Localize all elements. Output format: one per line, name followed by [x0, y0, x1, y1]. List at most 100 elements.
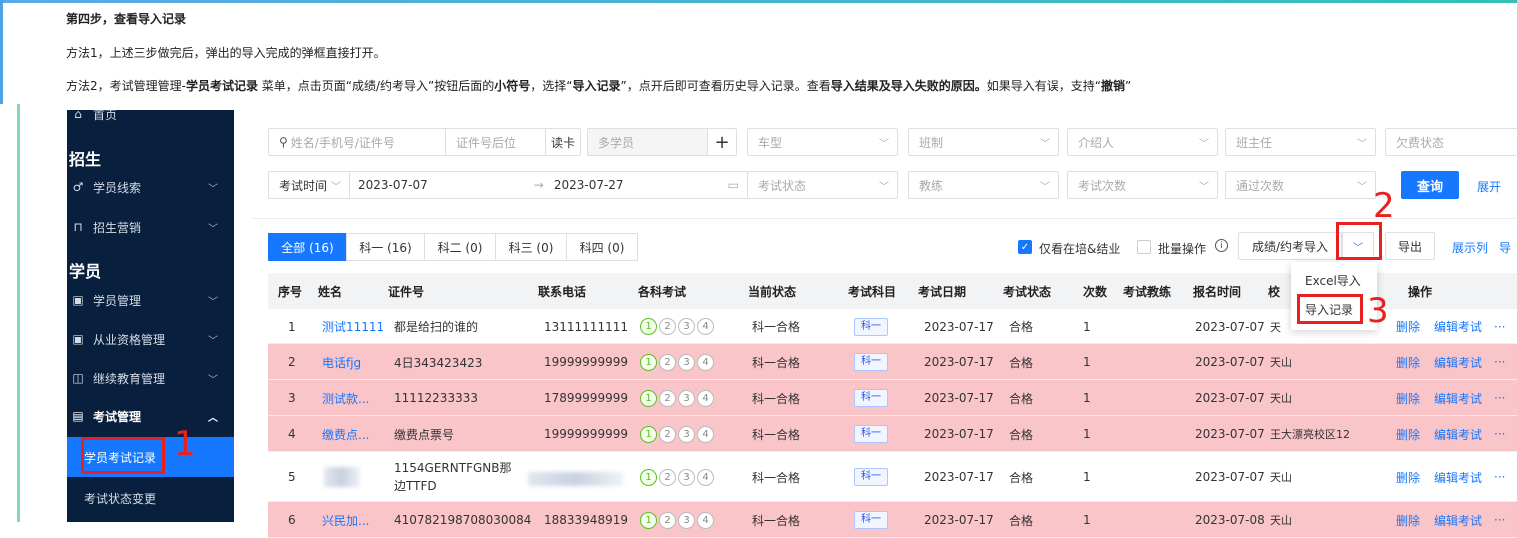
coach-select[interactable]: 教练 ﹀ [908, 171, 1059, 199]
more-actions-icon[interactable]: ··· [1494, 380, 1505, 416]
signup-date: 2023-07-07 [1195, 319, 1265, 334]
head-teacher-select[interactable]: 班主任 ﹀ [1225, 128, 1376, 156]
only-active-label: 仅看在培&结业 [1039, 242, 1121, 256]
table-row: 4 缴费点... 缴费点票号 19999999999 1 2 3 4 科一合格 科一 2023-07… [268, 416, 1517, 452]
id-number: 1154GERNTFGNB那边TTFD [394, 461, 512, 493]
exam-status-select[interactable]: 考试状态 ﹀ [747, 171, 898, 199]
school-name: 王大漂亮校区12 [1270, 428, 1350, 441]
sidebar-item-exam[interactable]: ▤ 考试管理 ︿ [67, 398, 234, 434]
date-start[interactable]: 2023-07-07 [358, 178, 428, 192]
edit-exam-link[interactable]: 编辑考试 [1434, 344, 1482, 380]
sidebar-item-marketing[interactable]: ⊓ 招生营销 ﹀ [67, 209, 234, 245]
class-type-select[interactable]: 班制 ﹀ [908, 128, 1059, 156]
id-number: 410782198708030084 [394, 513, 532, 527]
student-name-link[interactable]: 缴费点... [322, 416, 369, 452]
edit-exam-link[interactable]: 编辑考试 [1434, 502, 1482, 538]
annotation-number-3: 3 [1367, 291, 1389, 331]
exam-time-label[interactable]: 考试时间 [279, 177, 327, 194]
menu-item-excel-import[interactable]: Excel导入 [1305, 272, 1361, 289]
column-header: 证件号 [388, 284, 425, 299]
exam-circle: 2 [659, 511, 676, 529]
phone-number: 19999999999 [544, 355, 628, 369]
delete-link[interactable]: 删除 [1396, 309, 1420, 344]
exam-count: 1 [1083, 427, 1091, 441]
school-name: 天山 [1270, 514, 1292, 527]
edit-exam-link[interactable]: 编辑考试 [1434, 416, 1482, 452]
delete-link[interactable]: 删除 [1396, 502, 1420, 538]
exam-subject: 科一 [854, 380, 888, 416]
chevron-down-icon: ﹀ [208, 183, 218, 195]
more-actions-icon[interactable]: ··· [1494, 344, 1505, 380]
m2-p2: 菜单，点击页面“成绩/约考导入”按钮后面的 [257, 79, 495, 93]
batch-checkbox[interactable] [1137, 240, 1151, 254]
sidebar-item-qualification[interactable]: ▣ 从业资格管理 ﹀ [67, 321, 234, 357]
arrow-right-icon: → [533, 178, 544, 192]
column-header: 考试日期 [918, 284, 967, 299]
tab-all[interactable]: 全部 (16) [268, 233, 347, 261]
tab-subject4[interactable]: 科四 (0) [566, 233, 638, 261]
student-name-link[interactable]: 电话fjg [322, 344, 361, 380]
info-icon[interactable]: i [1215, 239, 1228, 252]
exam-date: 2023-07-17 [924, 355, 994, 369]
date-end[interactable]: 2023-07-27 [554, 178, 624, 192]
exam-circle: 2 [659, 425, 676, 443]
student-name-link[interactable]: 测试款... [322, 380, 369, 416]
phone-number: 13111111111 [544, 319, 628, 334]
sidebar-subitem-exam-status[interactable]: 考试状态变更 [67, 480, 234, 516]
edit-exam-link[interactable]: 编辑考试 [1434, 452, 1482, 502]
exam-status: 合格 [1009, 513, 1034, 528]
tab-subject3[interactable]: 科三 (0) [495, 233, 567, 261]
exam-subject: 科一 [854, 344, 888, 380]
exam-circle: 1 [640, 468, 657, 486]
edit-exam-link[interactable]: 编辑考试 [1434, 380, 1482, 416]
exam-circle: 4 [697, 468, 714, 486]
delete-link[interactable]: 删除 [1396, 452, 1420, 502]
student-name-link[interactable]: 兴民加... [322, 502, 369, 538]
screenshot-border [17, 104, 20, 522]
signup-date: 2023-07-07 [1195, 391, 1265, 405]
blurred-name [324, 467, 360, 487]
tab-subject1[interactable]: 科一 (16) [346, 233, 425, 261]
id-suffix-input[interactable]: 证件号后位 [445, 128, 546, 156]
more-actions-icon[interactable]: ··· [1494, 309, 1505, 344]
exam-count-select[interactable]: 考试次数 ﹀ [1067, 171, 1218, 199]
sidebar-item-home[interactable]: ⌂ 首页 [67, 110, 234, 132]
sidebar-item-education[interactable]: ◫ 继续教育管理 ﹀ [67, 360, 234, 396]
query-button[interactable]: 查询 [1401, 171, 1459, 199]
arrears-select[interactable]: 欠费状态 [1385, 128, 1517, 156]
sidebar-item-student-mgmt[interactable]: ▣ 学员管理 ﹀ [67, 282, 234, 318]
delete-link[interactable]: 删除 [1396, 344, 1420, 380]
more-actions-icon[interactable]: ··· [1494, 452, 1505, 502]
student-name-link[interactable]: 测试11111 [322, 309, 384, 344]
add-button[interactable]: + [707, 128, 737, 156]
tab-subject2[interactable]: 科二 (0) [424, 233, 496, 261]
delete-link[interactable]: 删除 [1396, 380, 1420, 416]
score-import-button[interactable]: 成绩/约考导入 [1238, 232, 1342, 260]
more-actions-icon[interactable]: ··· [1494, 502, 1505, 538]
exam-circle: 4 [697, 353, 714, 371]
sidebar-item-leads[interactable]: ♂ 学员线索 ﹀ [67, 169, 234, 205]
expand-link[interactable]: 展开 [1477, 178, 1501, 195]
edit-exam-link[interactable]: 编辑考试 [1434, 309, 1482, 344]
referrer-select[interactable]: 介绍人 ﹀ [1067, 128, 1218, 156]
exam-subject: 科一 [854, 452, 888, 502]
pass-count-select[interactable]: 通过次数 ﹀ [1225, 171, 1376, 199]
show-columns-link[interactable]: 展示列 [1452, 239, 1488, 256]
export-button[interactable]: 导出 [1385, 232, 1435, 260]
batch-label: 批量操作 [1158, 242, 1207, 256]
chevron-down-icon: ﹀ [208, 296, 218, 308]
placeholder: 欠费状态 [1396, 135, 1445, 150]
exam-time-range[interactable]: 考试时间 ﹀ 2023-07-07 → 2023-07-27 ▭ [268, 171, 748, 199]
multi-student-input[interactable]: 多学员 [587, 128, 708, 156]
method2-text: 方法2，考试管理管理-学员考试记录 菜单，点击页面“成绩/约考导入”按钮后面的小… [66, 77, 1131, 94]
only-active-checkbox[interactable]: ✓ [1018, 240, 1032, 254]
guide-link[interactable]: 导 [1499, 239, 1511, 256]
current-status: 科一合格 [752, 391, 801, 406]
exam-date: 2023-07-17 [924, 470, 994, 484]
car-type-select[interactable]: 车型 ﹀ [747, 128, 898, 156]
delete-link[interactable]: 删除 [1396, 416, 1420, 452]
name-search-input[interactable]: ⚲ 姓名/手机号/证件号 [268, 128, 446, 156]
read-card-button[interactable]: 读卡 [545, 128, 581, 156]
more-actions-icon[interactable]: ··· [1494, 416, 1505, 452]
sidebar-label: 学员管理 [93, 293, 142, 308]
